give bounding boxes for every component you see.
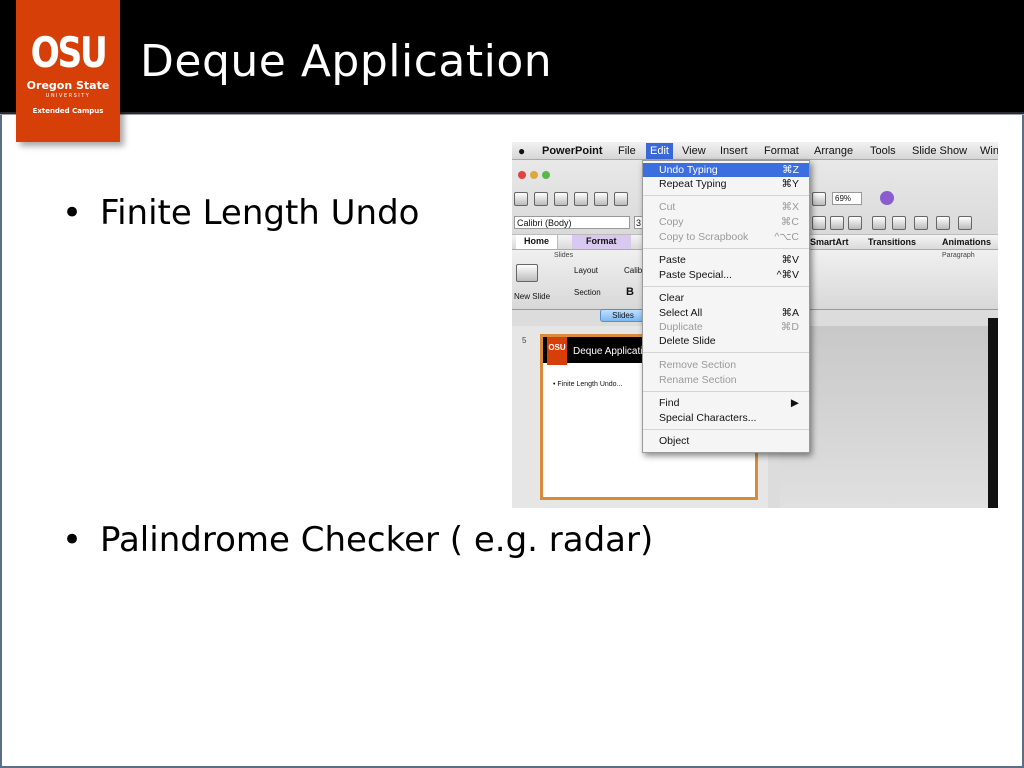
- osu-logo-line3: Extended Campus: [32, 107, 104, 115]
- save-icon: [574, 192, 588, 206]
- zoom-window-icon: [542, 171, 550, 179]
- new-slide-label: New Slide: [514, 292, 551, 301]
- media-icon: [812, 192, 826, 206]
- list-icon: [872, 216, 886, 230]
- menu-item-special-characters: Special Characters...: [659, 412, 757, 424]
- menu-separator: [643, 352, 809, 353]
- font-grow-icon: [958, 216, 972, 230]
- apple-icon: ●: [518, 144, 526, 158]
- bullet-dot: •: [62, 520, 83, 560]
- menu-item-copy-to-scrapbook: Copy to Scrapbook ^⌥C: [659, 231, 799, 243]
- bullet-item: • Finite Length Undo: [62, 193, 419, 233]
- font-select-truncated: Calib: [624, 266, 643, 275]
- osu-logo-wordmark: OSU: [30, 28, 108, 77]
- mac-menubar: ● PowerPoint File Edit View Insert Forma…: [512, 142, 998, 160]
- indent-icon: [914, 216, 928, 230]
- menu-file: File: [618, 145, 636, 157]
- menu-slide-show: Slide Show: [912, 145, 968, 157]
- templates-icon: [534, 192, 548, 206]
- minimize-window-icon: [530, 171, 538, 179]
- menu-separator: [643, 286, 809, 287]
- tab-home: Home: [516, 235, 559, 249]
- outdent-icon: [936, 216, 950, 230]
- menu-item-repeat-typing: Repeat Typing ⌘Y: [659, 178, 799, 190]
- bullets-icon: [812, 216, 826, 230]
- tab-animations: Animations: [942, 237, 992, 247]
- menu-arrange: Arrange: [814, 145, 854, 157]
- thumbnail-title: Deque Applicatio: [573, 346, 649, 357]
- group-paragraph-label: Paragraph: [942, 252, 975, 259]
- bullet-text: Finite Length Undo: [100, 193, 420, 233]
- layout-label: Layout: [574, 266, 599, 275]
- menu-item-clear: Clear: [659, 292, 685, 304]
- menu-item-undo-typing: Undo Typing ⌘Z: [643, 163, 809, 177]
- osu-logo: OSU Oregon State UNIVERSITY Extended Cam…: [16, 0, 120, 142]
- tab-format: Format: [572, 235, 631, 249]
- menu-app-name: PowerPoint: [542, 145, 603, 157]
- menu-item-find: Find ▶: [659, 397, 799, 409]
- align-right-icon: [848, 216, 862, 230]
- editing-canvas: [780, 326, 998, 508]
- slide-number: 5: [522, 336, 527, 345]
- menu-item-paste-special: Paste Special... ^⌘V: [659, 269, 799, 281]
- new-icon: [514, 192, 528, 206]
- menu-separator: [643, 429, 809, 430]
- section-label: Section: [574, 288, 601, 297]
- help-icon: [880, 191, 894, 205]
- menu-edit: Edit: [646, 143, 673, 159]
- align-center-icon: [830, 216, 844, 230]
- bullet-item: • Palindrome Checker ( e.g. radar): [62, 520, 653, 560]
- menu-separator: [643, 391, 809, 392]
- zoom-select: 69%: [832, 192, 862, 205]
- new-slide-icon: [516, 264, 538, 282]
- menu-item-duplicate: Duplicate ⌘D: [659, 321, 799, 333]
- menu-format: Format: [764, 145, 799, 157]
- thumbnail-bullet: • Finite Length Undo...: [553, 381, 623, 388]
- osu-logo-line2: UNIVERSITY: [45, 93, 91, 99]
- tab-transitions: Transitions: [868, 237, 917, 247]
- tab-smartart: SmartArt: [810, 237, 849, 247]
- edit-menu: Undo Typing ⌘Z Repeat Typing ⌘Y Cut ⌘X Copy…: [642, 160, 810, 453]
- slide-title: Deque Application: [140, 36, 553, 87]
- menu-item-object: Object: [659, 435, 690, 447]
- group-slides-label: Slides: [554, 252, 574, 259]
- menu-item-delete-slide: Delete Slide: [659, 335, 716, 347]
- bullet-text: Palindrome Checker ( e.g. radar): [100, 520, 654, 560]
- osu-logo-line1: Oregon State: [26, 79, 110, 92]
- cut-icon: [614, 192, 628, 206]
- menu-item-copy: Copy ⌘C: [659, 216, 799, 228]
- bold-button: B: [626, 286, 634, 298]
- submenu-arrow-icon: ▶: [790, 397, 799, 409]
- canvas-slide-edge: [988, 318, 998, 508]
- menu-item-remove-section: Remove Section: [659, 359, 737, 371]
- menu-tools: Tools: [870, 145, 896, 157]
- close-window-icon: [518, 171, 526, 179]
- open-icon: [554, 192, 568, 206]
- numbering-icon: [892, 216, 906, 230]
- menu-item-paste: Paste ⌘V: [659, 254, 799, 266]
- menu-view: View: [682, 145, 706, 157]
- menu-separator: [643, 248, 809, 249]
- menu-item-rename-section: Rename Section: [659, 374, 737, 386]
- menu-window: Win: [980, 145, 998, 157]
- slides-pane-tab: Slides: [600, 309, 646, 322]
- menu-item-select-all: Select All ⌘A: [659, 307, 799, 319]
- menu-separator: [643, 195, 809, 196]
- menu-item-cut: Cut ⌘X: [659, 201, 799, 213]
- powerpoint-screenshot: 69% Calibri (Body) 3 Home Format SmartAr…: [512, 142, 998, 508]
- bullet-dot: •: [62, 193, 83, 233]
- font-name-select: Calibri (Body): [514, 216, 630, 229]
- thumbnail-logo: OSU: [547, 337, 567, 365]
- print-icon: [594, 192, 608, 206]
- menu-insert: Insert: [720, 145, 748, 157]
- title-divider: [0, 112, 1024, 115]
